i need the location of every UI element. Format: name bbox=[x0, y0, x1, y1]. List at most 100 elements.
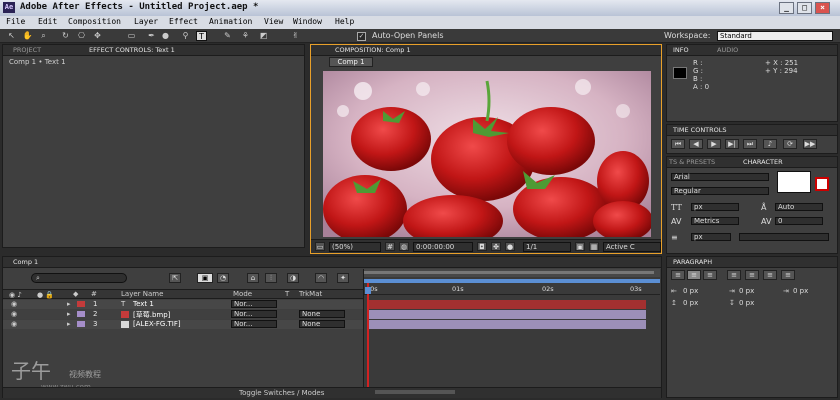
stroke-width-field[interactable]: px bbox=[691, 233, 731, 241]
ram-preview-icon[interactable]: ▶▶ bbox=[803, 139, 817, 149]
layer-duration-bar[interactable] bbox=[368, 310, 646, 319]
camera-tool-icon[interactable]: ⎔ bbox=[76, 31, 87, 41]
snapshot-icon[interactable]: ◘ bbox=[477, 242, 487, 251]
comp-subtab[interactable]: Comp 1 bbox=[329, 57, 373, 67]
current-time-indicator[interactable] bbox=[365, 287, 371, 294]
align-left-icon[interactable]: ≡ bbox=[671, 270, 685, 280]
layer-row-3[interactable]: ◉ ▸ 3 [ALEX-FG.TIF] Nor... None bbox=[3, 320, 363, 329]
layer-name[interactable]: Text 1 bbox=[133, 300, 154, 308]
tab-audio[interactable]: AUDIO bbox=[717, 46, 738, 54]
menu-help[interactable]: Help bbox=[335, 17, 354, 26]
comp-mini-flowchart-icon[interactable]: ⇱ bbox=[169, 273, 181, 283]
eraser-tool-icon[interactable]: ◩ bbox=[258, 31, 269, 41]
mask-visibility-icon[interactable]: ◍ bbox=[399, 242, 409, 251]
text-tool-icon[interactable]: T bbox=[196, 31, 207, 41]
brainstorm-icon[interactable]: ✦ bbox=[337, 273, 349, 283]
zoom-slider[interactable] bbox=[375, 390, 455, 394]
tab-project[interactable]: PROJECT bbox=[13, 46, 41, 54]
grid-icon[interactable]: # bbox=[385, 242, 395, 251]
play-icon[interactable]: ▶ bbox=[707, 139, 721, 149]
mask-tool-icon[interactable]: ▭ bbox=[126, 31, 137, 41]
graph-editor-icon[interactable]: ◠ bbox=[315, 273, 327, 283]
menu-layer[interactable]: Layer bbox=[134, 17, 158, 26]
tab-time-controls[interactable]: TIME CONTROLS bbox=[673, 126, 727, 134]
font-size-field[interactable]: px bbox=[691, 203, 739, 211]
label-color-chip[interactable] bbox=[77, 321, 85, 327]
hide-shy-icon[interactable]: ⌂ bbox=[247, 273, 259, 283]
justify-right-icon[interactable]: ≡ bbox=[763, 270, 777, 280]
color-channel-icon[interactable]: ● bbox=[505, 242, 515, 251]
justify-center-icon[interactable]: ≡ bbox=[745, 270, 759, 280]
trkmat-select[interactable]: None bbox=[299, 310, 345, 318]
clone-tool-icon[interactable]: ⚘ bbox=[240, 31, 251, 41]
tab-effect-controls[interactable]: EFFECT CONTROLS: Text 1 bbox=[89, 46, 175, 54]
font-select[interactable]: Arial bbox=[671, 173, 769, 181]
col-layer-name[interactable]: Layer Name bbox=[121, 290, 163, 298]
menu-window[interactable]: Window bbox=[293, 17, 322, 26]
channel-icon[interactable]: ✤ bbox=[491, 242, 501, 251]
transparency-grid-icon[interactable]: ▦ bbox=[589, 242, 599, 251]
menu-edit[interactable]: Edit bbox=[38, 17, 57, 26]
zoom-tool-icon[interactable]: ⌕ bbox=[38, 31, 49, 41]
blend-mode-select[interactable]: Nor... bbox=[231, 310, 277, 318]
expand-arrow-icon[interactable]: ▸ bbox=[67, 310, 71, 318]
close-button[interactable]: × bbox=[815, 2, 830, 14]
draft-3d-icon[interactable]: ◔ bbox=[217, 273, 229, 283]
motion-blur-icon[interactable]: ◑ bbox=[287, 273, 299, 283]
menu-animation[interactable]: Animation bbox=[209, 17, 252, 26]
magnification-select[interactable]: (50%) bbox=[329, 242, 381, 252]
time-graph[interactable]: 00s 01s 02s 03s bbox=[363, 269, 661, 397]
workspace-select[interactable]: Standard bbox=[717, 31, 833, 41]
align-center-icon[interactable]: ≡ bbox=[687, 270, 701, 280]
puppet-tool-icon[interactable]: ✌ bbox=[290, 31, 301, 41]
eye-icon[interactable]: ◉ bbox=[11, 300, 17, 308]
font-style-select[interactable]: Regular bbox=[671, 187, 769, 195]
region-of-interest-icon[interactable]: ▣ bbox=[575, 242, 585, 251]
layer-duration-bar[interactable] bbox=[368, 320, 646, 329]
tab-info[interactable]: INFO bbox=[673, 46, 689, 54]
time-ruler[interactable]: 00s 01s 02s 03s bbox=[364, 283, 660, 295]
tab-effects-presets[interactable]: TS & PRESETS bbox=[669, 158, 715, 166]
blend-mode-select[interactable]: Nor... bbox=[231, 320, 277, 328]
always-preview-icon[interactable]: ▭ bbox=[315, 242, 325, 251]
pin-tool-icon[interactable]: ⚲ bbox=[180, 31, 191, 41]
pen-tool-icon[interactable]: ✒ bbox=[146, 31, 157, 41]
brush-tool-icon[interactable]: ✎ bbox=[222, 31, 233, 41]
align-right-icon[interactable]: ≡ bbox=[703, 270, 717, 280]
tab-paragraph[interactable]: PARAGRAPH bbox=[673, 258, 712, 266]
kerning-field[interactable]: Metrics bbox=[691, 217, 739, 225]
frame-blending-icon[interactable]: ⫶ bbox=[265, 273, 277, 283]
stroke-color-swatch[interactable] bbox=[815, 177, 829, 191]
loop-icon[interactable]: ⟳ bbox=[783, 139, 797, 149]
previous-frame-icon[interactable]: ◀ bbox=[689, 139, 703, 149]
current-time-display[interactable]: 0:00:00:00 bbox=[413, 242, 473, 252]
indent-right-field[interactable]: 0 px bbox=[739, 287, 754, 295]
tab-comp-timeline[interactable]: Comp 1 bbox=[13, 258, 38, 266]
resolution-select[interactable]: 1/1 bbox=[523, 242, 571, 252]
trkmat-select[interactable]: None bbox=[299, 320, 345, 328]
selection-tool-icon[interactable]: ↖ bbox=[6, 31, 17, 41]
comp-viewer[interactable] bbox=[323, 71, 653, 247]
layer-name[interactable]: [ALEX-FG.TIF] bbox=[133, 320, 181, 328]
first-frame-icon[interactable]: ⏮ bbox=[671, 139, 685, 149]
stroke-style-select[interactable] bbox=[739, 233, 829, 241]
tab-character[interactable]: CHARACTER bbox=[743, 158, 783, 166]
label-color-chip[interactable] bbox=[77, 301, 85, 307]
first-line-indent-field[interactable]: 0 px bbox=[793, 287, 808, 295]
playhead[interactable] bbox=[367, 283, 369, 395]
indent-left-field[interactable]: 0 px bbox=[683, 287, 698, 295]
timeline-search-field[interactable]: ⌕ bbox=[31, 273, 127, 283]
rotate-tool-icon[interactable]: ↻ bbox=[60, 31, 71, 41]
last-frame-icon[interactable]: ⏭ bbox=[743, 139, 757, 149]
eye-icon[interactable]: ◉ bbox=[11, 320, 17, 328]
pan-behind-tool-icon[interactable]: ✥ bbox=[92, 31, 103, 41]
menu-effect[interactable]: Effect bbox=[169, 17, 198, 26]
layer-row-1[interactable]: ◉ ▸ 1 T Text 1 Nor... bbox=[3, 300, 363, 309]
blend-mode-select[interactable]: Nor... bbox=[231, 300, 277, 308]
leading-field[interactable]: Auto bbox=[775, 203, 823, 211]
fill-color-swatch[interactable] bbox=[777, 171, 811, 193]
label-color-chip[interactable] bbox=[77, 311, 85, 317]
tracking-field[interactable]: 0 bbox=[775, 217, 823, 225]
eye-icon[interactable]: ◉ bbox=[11, 310, 17, 318]
justify-left-icon[interactable]: ≡ bbox=[727, 270, 741, 280]
